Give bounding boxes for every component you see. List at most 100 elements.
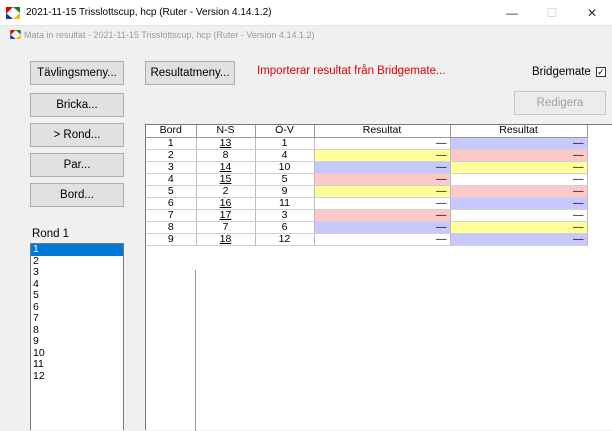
cell-resultat-1-value: — [436, 232, 447, 245]
cell-bord[interactable]: 3 [146, 161, 197, 174]
cell-ns[interactable]: 14 [196, 161, 256, 174]
cell-ov[interactable]: 6 [255, 221, 315, 234]
table-row[interactable]: 6 16 11 — — [146, 196, 588, 210]
header-ov[interactable]: Ö-V [255, 125, 315, 138]
par-button[interactable]: Par... [30, 153, 124, 177]
header-ns[interactable]: N-S [196, 125, 256, 138]
cell-resultat-2-value: — [573, 220, 584, 233]
cell-resultat-2[interactable]: — [450, 137, 588, 150]
cell-resultat-1-value: — [436, 220, 447, 233]
bridgemate-checkbox[interactable]: ✓ [596, 67, 606, 77]
rond-list-item[interactable]: 12 [31, 370, 123, 383]
cell-resultat-2[interactable]: — [450, 148, 588, 162]
app-icon [6, 7, 20, 19]
rond-list-item[interactable]: 1 [31, 243, 123, 256]
cell-bord-value: 5 [167, 184, 174, 197]
cell-ns[interactable]: 13 [196, 136, 256, 150]
table-row[interactable]: 9 18 12 — — [146, 232, 588, 246]
results-table: Bord N-S Ö-V Resultat Resultat 1 13 1— —2 8 4… [146, 125, 588, 246]
table-row[interactable]: 5 2 9 — — [146, 184, 588, 198]
rond-list-item[interactable]: 8 [31, 324, 123, 337]
table-row[interactable]: 8 7 6 — — [146, 220, 588, 234]
cell-ns[interactable]: 15 [196, 173, 256, 186]
rond-list-item[interactable]: 10 [31, 347, 123, 360]
cell-resultat-2[interactable]: — [450, 197, 588, 210]
cell-resultat-2-value: — [573, 208, 584, 221]
cell-resultat-1[interactable]: — [314, 209, 451, 222]
cell-resultat-2-value: — [573, 148, 584, 161]
cell-resultat-1[interactable]: — [314, 173, 451, 186]
cell-bord[interactable]: 1 [146, 137, 197, 150]
cell-bord[interactable]: 7 [146, 209, 197, 222]
cell-ov[interactable]: 1 [255, 137, 315, 150]
bricka-button[interactable]: Bricka... [30, 93, 124, 117]
cell-ns[interactable]: 18 [196, 233, 256, 246]
cell-resultat-2[interactable]: — [450, 161, 588, 174]
rond-list-item[interactable]: 3 [31, 266, 123, 279]
cell-bord[interactable]: 4 [146, 172, 197, 186]
cell-ov[interactable]: 9 [255, 185, 315, 198]
cell-resultat-2[interactable]: — [450, 232, 588, 246]
cell-resultat-2-value: — [573, 232, 584, 245]
cell-resultat-2[interactable]: — [450, 208, 588, 222]
table-row[interactable]: 1 13 1 — — [146, 136, 588, 150]
cell-resultat-1[interactable]: — [314, 149, 451, 162]
cell-bord-value: 6 [167, 196, 174, 209]
cell-resultat-2[interactable]: — [450, 173, 588, 186]
cell-bord[interactable]: 2 [146, 149, 197, 162]
cell-resultat-1[interactable]: — [314, 185, 451, 198]
rond-button[interactable]: > Rond... [30, 123, 124, 147]
cell-resultat-1[interactable]: — [314, 197, 451, 210]
cell-ov[interactable]: 11 [255, 197, 315, 210]
table-row[interactable]: 4 15 5 — — [146, 172, 588, 186]
cell-ov[interactable]: 3 [255, 209, 315, 222]
cell-resultat-1[interactable]: — [314, 232, 451, 246]
cell-ov[interactable]: 5 [255, 173, 315, 186]
cell-resultat-1[interactable]: — [314, 161, 451, 174]
cell-ov[interactable]: 4 [255, 149, 315, 162]
cell-resultat-2-value: — [573, 184, 584, 197]
header-resultat-2[interactable]: Resultat [450, 125, 588, 138]
cell-bord[interactable]: 8 [146, 220, 197, 234]
bord-button[interactable]: Bord... [30, 183, 124, 207]
cell-ns[interactable]: 16 [196, 197, 256, 210]
rond-label: Rond 1 [32, 228, 70, 240]
header-resultat-1[interactable]: Resultat [314, 125, 451, 138]
cell-bord[interactable]: 5 [146, 184, 197, 198]
rond-list-item[interactable]: 5 [31, 289, 123, 302]
table-row[interactable]: 7 17 3 — — [146, 208, 588, 222]
rond-list-item[interactable]: 7 [31, 312, 123, 325]
header-bord[interactable]: Bord [146, 125, 197, 138]
minimize-button[interactable]: — [492, 0, 532, 26]
table-row[interactable]: 2 8 4 — — [146, 148, 588, 162]
rond-list-item[interactable]: 2 [31, 255, 123, 268]
maximize-button[interactable]: ☐ [532, 0, 572, 26]
cell-ns[interactable]: 17 [196, 209, 256, 222]
cell-ns[interactable]: 8 [196, 149, 256, 162]
cell-ns[interactable]: 2 [196, 185, 256, 198]
rond-listbox[interactable]: 1 2 3 4 5 6 7 8 9 10 11 12 [30, 243, 124, 430]
cell-ov[interactable]: 12 [255, 233, 315, 246]
tavlingsmeny-button[interactable]: Tävlingsmeny... [30, 61, 124, 85]
cell-resultat-2[interactable]: — [450, 184, 588, 198]
cell-resultat-1[interactable]: — [314, 137, 451, 150]
rond-list-item[interactable]: 9 [31, 335, 123, 348]
redigera-button[interactable]: Redigera [514, 91, 606, 115]
cell-bord-value: 8 [167, 220, 174, 233]
cell-bord[interactable]: 6 [146, 196, 197, 210]
cell-resultat-1[interactable]: — [314, 220, 451, 234]
cell-ns[interactable]: 7 [196, 221, 256, 234]
rond-list-item[interactable]: 6 [31, 301, 123, 314]
rond-list-item[interactable]: 4 [31, 278, 123, 291]
results-grid[interactable]: Bord N-S Ö-V Resultat Resultat 1 13 1— —2 8 4… [145, 124, 612, 431]
cell-resultat-2[interactable]: — [450, 220, 588, 234]
cell-bord-value: 4 [167, 172, 174, 185]
rond-list-item[interactable]: 11 [31, 358, 123, 371]
import-status-text: Importerar resultat från Bridgemate... [257, 65, 446, 77]
close-button[interactable]: ✕ [572, 0, 612, 26]
table-row[interactable]: 3 14 10 — — [146, 161, 588, 174]
cell-bord[interactable]: 9 [146, 233, 197, 246]
cell-ov[interactable]: 10 [255, 161, 315, 174]
cell-ns-value: 13 [219, 136, 232, 149]
resultatmeny-button[interactable]: Resultatmeny... [145, 61, 235, 85]
